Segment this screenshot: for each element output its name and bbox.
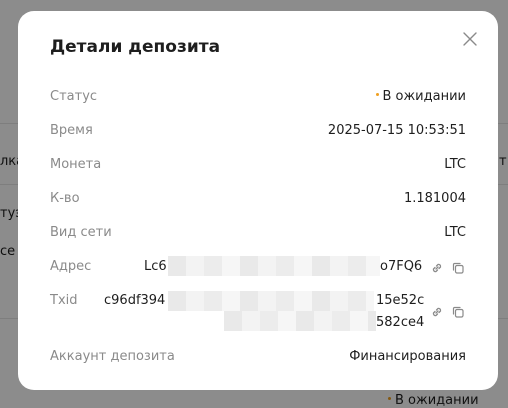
modal-title: Детали депозита: [50, 37, 221, 57]
address-value-start: Lc6: [144, 259, 167, 274]
coin-label: Монета: [50, 157, 102, 172]
copy-icon: [452, 262, 464, 274]
account-value: Финансирования: [349, 349, 466, 364]
pending-dot: [376, 93, 380, 96]
link-icon: [432, 307, 442, 317]
link-icon: [432, 263, 442, 273]
time-label: Время: [50, 123, 93, 138]
copy-icon: [452, 306, 464, 318]
coin-value: LTC: [444, 157, 466, 172]
address-copy-button[interactable]: [451, 260, 465, 274]
address-redaction: [168, 256, 380, 276]
amount-value: 1.181004: [403, 191, 466, 206]
account-label: Аккаунт депозита: [50, 349, 175, 364]
txid-value-start: c96df394: [104, 293, 166, 308]
txid-label: Txid: [50, 293, 78, 308]
txid-redaction-line1: [168, 291, 374, 311]
network-value: LTC: [444, 225, 466, 240]
status-value: В ожидании: [376, 89, 466, 104]
close-button[interactable]: [460, 29, 480, 49]
close-icon: [463, 32, 477, 46]
amount-label: К-во: [50, 191, 80, 206]
status-label: Статус: [50, 89, 98, 104]
address-label: Адрес: [50, 259, 92, 274]
txid-value-end-line1: 15e52c: [376, 293, 425, 308]
txid-value-end-line2: 582ce4: [376, 315, 425, 330]
network-label: Вид сети: [50, 225, 112, 240]
txid-link-button[interactable]: [430, 304, 444, 318]
txid-copy-button[interactable]: [451, 304, 465, 318]
deposit-details-modal: Детали депозита Статус В ожидании Время …: [18, 11, 498, 390]
address-value-end: o7FQ6: [380, 259, 423, 274]
address-link-button[interactable]: [430, 260, 444, 274]
time-value: 2025-07-15 10:53:51: [327, 123, 466, 138]
txid-redaction-line2: [224, 311, 376, 331]
